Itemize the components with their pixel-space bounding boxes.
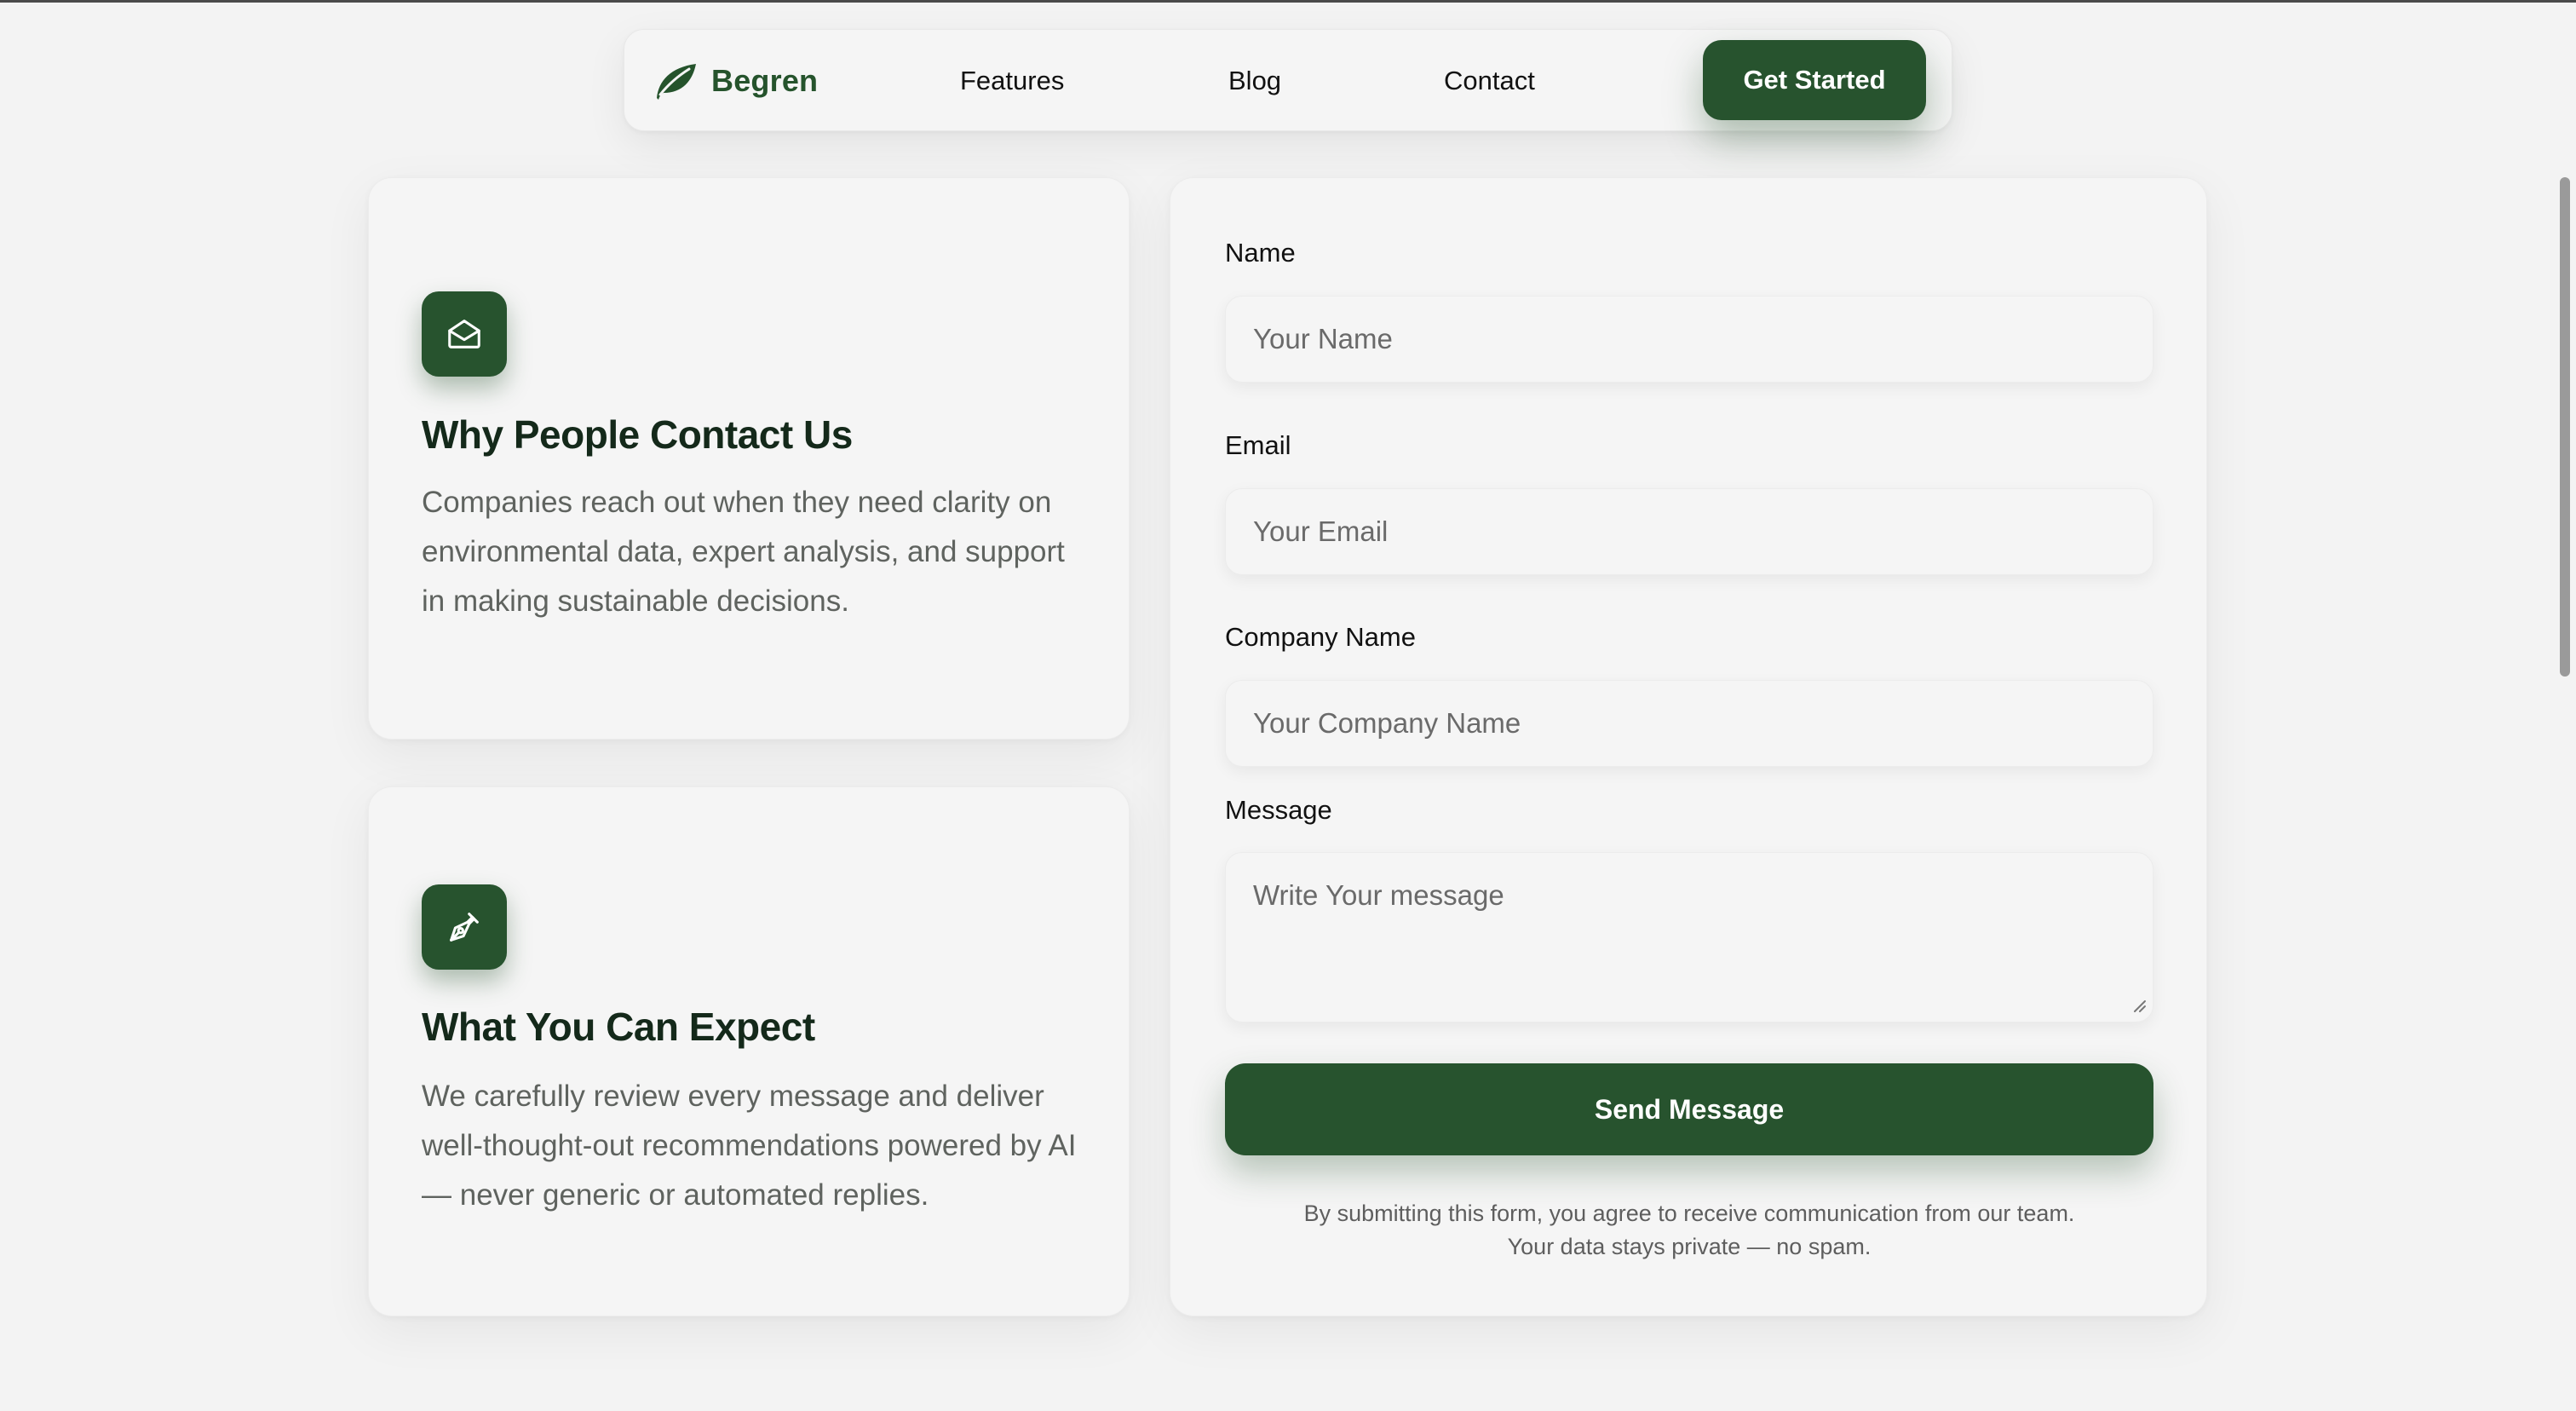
card-title: Why People Contact Us xyxy=(422,412,853,457)
disclaimer-line-2: Your data stays private — no spam. xyxy=(1507,1234,1872,1259)
disclaimer-line-1: By submitting this form, you agree to re… xyxy=(1303,1201,2075,1226)
card-title: What You Can Expect xyxy=(422,1005,815,1049)
envelope-open-icon xyxy=(448,320,480,348)
get-started-button[interactable]: Get Started xyxy=(1703,40,1926,120)
contact-form: Name Email Company Name Message Send Mes… xyxy=(1170,177,2207,1316)
send-message-button[interactable]: Send Message xyxy=(1225,1063,2153,1155)
nav-link-features[interactable]: Features xyxy=(960,30,1064,132)
resize-grip-icon[interactable] xyxy=(2128,994,2147,1013)
message-textarea[interactable] xyxy=(1225,852,2153,1022)
nav-link-contact[interactable]: Contact xyxy=(1444,30,1535,132)
message-label: Message xyxy=(1225,795,1332,825)
leaf-icon xyxy=(657,64,696,100)
info-card-what-expect: What You Can Expect We carefully review … xyxy=(368,786,1130,1316)
info-card-why-contact: Why People Contact Us Companies reach ou… xyxy=(368,177,1130,740)
name-label: Name xyxy=(1225,238,1296,268)
company-name-input[interactable] xyxy=(1225,680,2153,767)
card-description: Companies reach out when they need clari… xyxy=(422,486,1065,618)
icon-tile xyxy=(422,884,507,970)
pen-nib-icon xyxy=(450,913,479,942)
icon-tile xyxy=(422,291,507,377)
nav-link-blog[interactable]: Blog xyxy=(1228,30,1281,132)
brand-logo[interactable]: Begren xyxy=(652,30,818,132)
top-navbar: Begren Features Blog Contact Get Started xyxy=(624,29,1952,131)
form-disclaimer: By submitting this form, you agree to re… xyxy=(1225,1197,2153,1264)
scrollbar-thumb[interactable] xyxy=(2560,177,2570,677)
name-input[interactable] xyxy=(1225,296,2153,383)
brand-name: Begren xyxy=(711,63,819,98)
company-name-label: Company Name xyxy=(1225,622,1416,652)
email-label: Email xyxy=(1225,430,1291,460)
email-input[interactable] xyxy=(1225,488,2153,575)
window-top-border xyxy=(0,0,2576,3)
card-description: We carefully review every message and de… xyxy=(422,1080,1077,1212)
